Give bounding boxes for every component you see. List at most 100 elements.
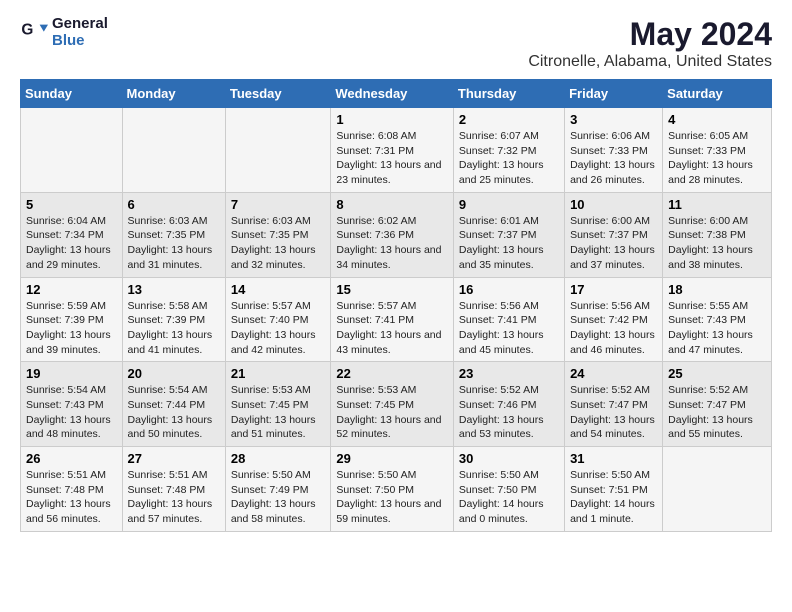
calendar-cell: 3 Sunrise: 6:06 AM Sunset: 7:33 PM Daylig… — [565, 108, 663, 193]
day-info: Sunrise: 5:53 AM Sunset: 7:45 PM Dayligh… — [231, 383, 326, 442]
calendar-cell: 31Sunrise: 5:50 AM Sunset: 7:51 PM Dayli… — [565, 447, 663, 532]
calendar-week-row: 5Sunrise: 6:04 AM Sunset: 7:34 PM Daylig… — [21, 192, 772, 277]
day-number: 2 — [459, 112, 559, 127]
calendar-cell: 12 Sunrise: 5:59 AM Sunset: 7:39 PM Dayli… — [21, 277, 123, 362]
title-block: May 2024 Citronelle, Alabama, United Sta… — [528, 16, 772, 71]
day-number: 1 — [336, 112, 448, 127]
day-number: 27 — [128, 451, 220, 466]
calendar-cell: 20 Sunrise: 5:54 AM Sunset: 7:44 PM Dayli… — [122, 362, 225, 447]
day-info: Sunrise: 6:03 AM Sunset: 7:35 PM Dayligh… — [231, 214, 326, 273]
calendar-cell: 18 Sunrise: 5:55 AM Sunset: 7:43 PM Dayli… — [663, 277, 772, 362]
day-info: Sunrise: 6:05 AM Sunset: 7:33 PM Dayligh… — [668, 129, 766, 188]
calendar-cell: 14 Sunrise: 5:57 AM Sunset: 7:40 PM Dayli… — [225, 277, 331, 362]
day-number: 23 — [459, 366, 559, 381]
calendar-cell: 6Sunrise: 6:03 AM Sunset: 7:35 PM Daylig… — [122, 192, 225, 277]
day-number: 9 — [459, 197, 559, 212]
day-info: Sunrise: 5:54 AM Sunset: 7:43 PM Dayligh… — [26, 383, 117, 442]
day-number: 10 — [570, 197, 657, 212]
calendar-cell: 13Sunrise: 5:58 AM Sunset: 7:39 PM Dayli… — [122, 277, 225, 362]
calendar-week-row: 12 Sunrise: 5:59 AM Sunset: 7:39 PM Dayli… — [21, 277, 772, 362]
calendar-cell: 29 Sunrise: 5:50 AM Sunset: 7:50 PM Dayli… — [331, 447, 454, 532]
page-header: G General Blue May 2024 Citronelle, Alab… — [20, 16, 772, 71]
calendar-week-row: 1 Sunrise: 6:08 AM Sunset: 7:31 PM Daylig… — [21, 108, 772, 193]
day-info: Sunrise: 5:52 AM Sunset: 7:47 PM Dayligh… — [570, 383, 657, 442]
calendar-cell — [225, 108, 331, 193]
day-info: Sunrise: 5:53 AM Sunset: 7:45 PM Dayligh… — [336, 383, 448, 442]
day-number: 20 — [128, 366, 220, 381]
day-info: Sunrise: 5:54 AM Sunset: 7:44 PM Dayligh… — [128, 383, 220, 442]
day-info: Sunrise: 6:08 AM Sunset: 7:31 PM Dayligh… — [336, 129, 448, 188]
svg-text:G: G — [21, 21, 33, 38]
day-number: 19 — [26, 366, 117, 381]
calendar-cell: 27 Sunrise: 5:51 AM Sunset: 7:48 PM Dayli… — [122, 447, 225, 532]
weekday-header: Wednesday — [331, 80, 454, 108]
weekday-header: Saturday — [663, 80, 772, 108]
calendar-cell: 1 Sunrise: 6:08 AM Sunset: 7:31 PM Daylig… — [331, 108, 454, 193]
weekday-header: Sunday — [21, 80, 123, 108]
day-info: Sunrise: 5:50 AM Sunset: 7:50 PM Dayligh… — [459, 468, 559, 527]
day-info: Sunrise: 6:00 AM Sunset: 7:37 PM Dayligh… — [570, 214, 657, 273]
calendar-table: SundayMondayTuesdayWednesdayThursdayFrid… — [20, 79, 772, 532]
weekday-header: Friday — [565, 80, 663, 108]
day-info: Sunrise: 5:51 AM Sunset: 7:48 PM Dayligh… — [128, 468, 220, 527]
calendar-cell: 9 Sunrise: 6:01 AM Sunset: 7:37 PM Daylig… — [453, 192, 564, 277]
day-number: 11 — [668, 197, 766, 212]
day-number: 31 — [570, 451, 657, 466]
calendar-cell: 25 Sunrise: 5:52 AM Sunset: 7:47 PM Dayli… — [663, 362, 772, 447]
day-number: 7 — [231, 197, 326, 212]
day-info: Sunrise: 5:52 AM Sunset: 7:47 PM Dayligh… — [668, 383, 766, 442]
logo-line2: Blue — [52, 33, 108, 50]
day-info: Sunrise: 6:06 AM Sunset: 7:33 PM Dayligh… — [570, 129, 657, 188]
day-number: 16 — [459, 282, 559, 297]
day-info: Sunrise: 6:00 AM Sunset: 7:38 PM Dayligh… — [668, 214, 766, 273]
calendar-cell: 4 Sunrise: 6:05 AM Sunset: 7:33 PM Daylig… — [663, 108, 772, 193]
calendar-cell: 8Sunrise: 6:02 AM Sunset: 7:36 PM Daylig… — [331, 192, 454, 277]
logo-icon: G — [20, 19, 48, 47]
day-number: 12 — [26, 282, 117, 297]
day-number: 15 — [336, 282, 448, 297]
day-info: Sunrise: 5:57 AM Sunset: 7:40 PM Dayligh… — [231, 299, 326, 358]
calendar-cell: 23 Sunrise: 5:52 AM Sunset: 7:46 PM Dayli… — [453, 362, 564, 447]
day-number: 18 — [668, 282, 766, 297]
calendar-cell: 16Sunrise: 5:56 AM Sunset: 7:41 PM Dayli… — [453, 277, 564, 362]
main-title: May 2024 — [528, 16, 772, 53]
day-number: 14 — [231, 282, 326, 297]
day-number: 17 — [570, 282, 657, 297]
day-info: Sunrise: 5:55 AM Sunset: 7:43 PM Dayligh… — [668, 299, 766, 358]
day-info: Sunrise: 5:51 AM Sunset: 7:48 PM Dayligh… — [26, 468, 117, 527]
day-info: Sunrise: 5:52 AM Sunset: 7:46 PM Dayligh… — [459, 383, 559, 442]
day-number: 3 — [570, 112, 657, 127]
calendar-cell: 5Sunrise: 6:04 AM Sunset: 7:34 PM Daylig… — [21, 192, 123, 277]
calendar-cell: 28 Sunrise: 5:50 AM Sunset: 7:49 PM Dayli… — [225, 447, 331, 532]
calendar-cell — [21, 108, 123, 193]
calendar-cell: 19 Sunrise: 5:54 AM Sunset: 7:43 PM Dayli… — [21, 362, 123, 447]
subtitle: Citronelle, Alabama, United States — [528, 53, 772, 71]
day-number: 29 — [336, 451, 448, 466]
day-number: 4 — [668, 112, 766, 127]
calendar-cell: 10 Sunrise: 6:00 AM Sunset: 7:37 PM Dayli… — [565, 192, 663, 277]
day-info: Sunrise: 6:01 AM Sunset: 7:37 PM Dayligh… — [459, 214, 559, 273]
calendar-week-row: 26Sunrise: 5:51 AM Sunset: 7:48 PM Dayli… — [21, 447, 772, 532]
weekday-header: Tuesday — [225, 80, 331, 108]
weekday-header: Monday — [122, 80, 225, 108]
day-info: Sunrise: 5:59 AM Sunset: 7:39 PM Dayligh… — [26, 299, 117, 358]
weekday-header-row: SundayMondayTuesdayWednesdayThursdayFrid… — [21, 80, 772, 108]
day-info: Sunrise: 5:50 AM Sunset: 7:50 PM Dayligh… — [336, 468, 448, 527]
calendar-cell: 26Sunrise: 5:51 AM Sunset: 7:48 PM Dayli… — [21, 447, 123, 532]
calendar-cell: 30Sunrise: 5:50 AM Sunset: 7:50 PM Dayli… — [453, 447, 564, 532]
calendar-cell: 24 Sunrise: 5:52 AM Sunset: 7:47 PM Dayli… — [565, 362, 663, 447]
day-number: 5 — [26, 197, 117, 212]
day-number: 22 — [336, 366, 448, 381]
logo-line1: General — [52, 16, 108, 33]
day-number: 28 — [231, 451, 326, 466]
day-number: 24 — [570, 366, 657, 381]
calendar-cell: 11 Sunrise: 6:00 AM Sunset: 7:38 PM Dayli… — [663, 192, 772, 277]
day-info: Sunrise: 5:57 AM Sunset: 7:41 PM Dayligh… — [336, 299, 448, 358]
logo: G General Blue — [20, 16, 108, 49]
day-info: Sunrise: 6:03 AM Sunset: 7:35 PM Dayligh… — [128, 214, 220, 273]
day-number: 21 — [231, 366, 326, 381]
day-info: Sunrise: 5:50 AM Sunset: 7:49 PM Dayligh… — [231, 468, 326, 527]
day-number: 25 — [668, 366, 766, 381]
day-info: Sunrise: 5:58 AM Sunset: 7:39 PM Dayligh… — [128, 299, 220, 358]
calendar-cell — [122, 108, 225, 193]
